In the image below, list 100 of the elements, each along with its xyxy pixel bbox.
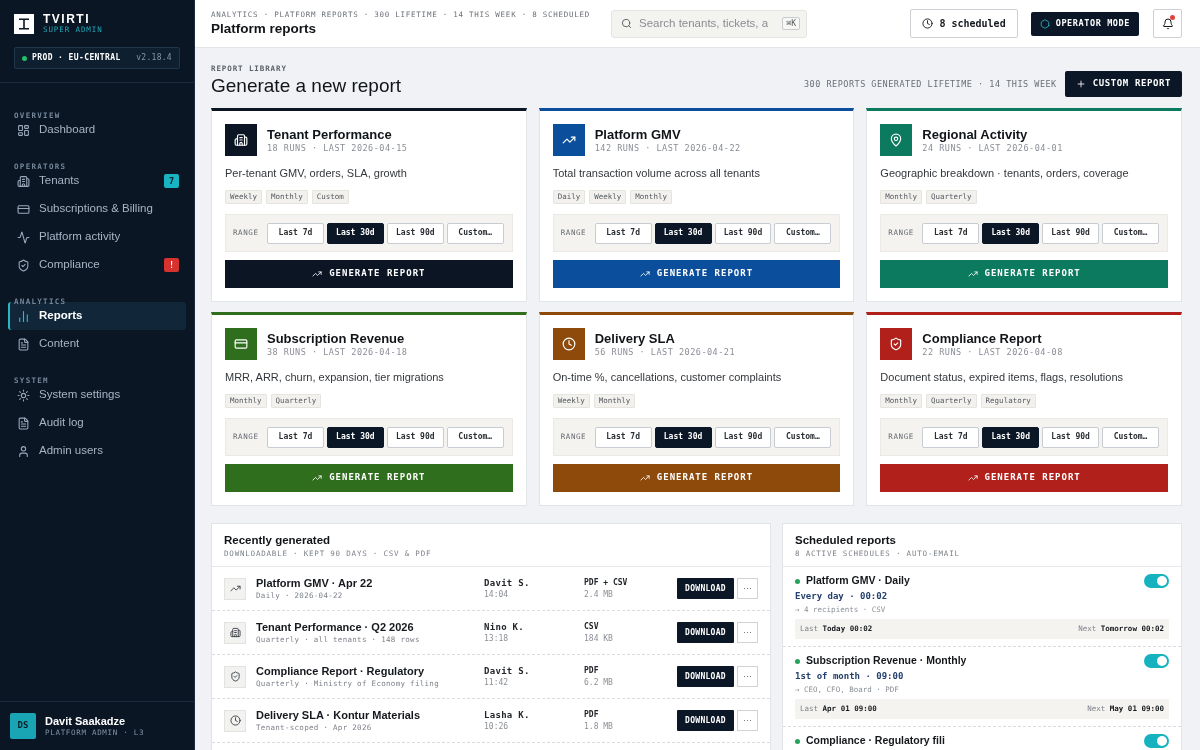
report-description: Geographic breakdown · tenants, orders, coverage (880, 166, 1130, 180)
sidebar-item[interactable]: Platform activity (8, 223, 186, 251)
range-option[interactable]: Custom… (774, 222, 832, 244)
report-meta: 18 RUNS · LAST 2026-04-15 (267, 141, 408, 154)
range-option[interactable]: Last 90d (714, 426, 772, 448)
report-title: Regional Activity (922, 126, 1029, 142)
report-meta: 142 RUNS · LAST 2026-04-22 (594, 141, 741, 154)
generate-report-button[interactable]: GENERATE REPORT (225, 464, 513, 492)
range-option[interactable]: Last 7d (922, 426, 980, 448)
document-icon (17, 337, 30, 351)
range-option[interactable]: Last 30d (654, 222, 712, 244)
report-name: Compliance Report · Regulatory (256, 664, 426, 678)
count-badge: ! (164, 258, 179, 272)
more-button[interactable]: ··· (737, 622, 758, 643)
download-button[interactable]: DOWNLOAD (677, 578, 734, 599)
generated-by: Davit S. (484, 577, 531, 589)
range-option[interactable]: Last 30d (654, 426, 712, 448)
generated-time: 14:04 (484, 589, 510, 600)
file-size: 6.2 MB (584, 677, 614, 688)
logo-icon (14, 14, 34, 34)
search-input[interactable]: Search tenants, tickets, a (639, 14, 776, 33)
toggle-switch[interactable] (1144, 574, 1169, 588)
trend-up-icon (312, 473, 323, 483)
generate-report-button[interactable]: GENERATE REPORT (552, 464, 841, 492)
generated-by: Davit S. (484, 665, 531, 677)
generate-report-button[interactable]: GENERATE REPORT (880, 260, 1168, 288)
report-title: Subscription Revenue (267, 330, 406, 346)
range-option[interactable]: Last 90d (1042, 222, 1100, 244)
sidebar-item[interactable]: Content (8, 330, 186, 358)
range-option[interactable]: Custom… (1102, 222, 1159, 244)
schedule-title: Compliance · Regulatory fili (806, 733, 945, 749)
sidebar-item[interactable]: Audit log (8, 409, 186, 437)
panel-title: Recently generated (224, 533, 332, 548)
clock-icon (922, 18, 934, 29)
credit-card-icon (17, 202, 30, 216)
download-button[interactable]: DOWNLOAD (677, 710, 734, 731)
range-option[interactable]: Last 90d (386, 426, 444, 448)
library-summary: 300 REPORTS GENERATED LIFETIME · 14 THIS WEEK (803, 77, 1057, 91)
sidebar-item[interactable]: Subscriptions & Billing (8, 195, 186, 223)
report-title: Platform GMV (594, 126, 682, 142)
report-description: Per-tenant GMV, orders, SLA, growth (225, 166, 408, 180)
version-label: v2.18.4 (136, 52, 172, 64)
page-title: Platform reports (211, 20, 318, 38)
trend-up-icon (312, 269, 323, 279)
range-option[interactable]: Last 7d (594, 222, 652, 244)
custom-report-button[interactable]: CUSTOM REPORT (1064, 71, 1182, 97)
trend-up-icon (967, 473, 978, 483)
file-format: PDF (584, 665, 600, 677)
range-option[interactable]: Last 30d (982, 222, 1040, 244)
schedule-title: Subscription Revenue · Monthly (806, 653, 967, 669)
trend-up-icon (639, 269, 650, 279)
report-title: Delivery SLA (594, 330, 676, 346)
range-option[interactable]: Last 90d (1042, 426, 1100, 448)
status-dot-icon (795, 738, 800, 744)
range-option[interactable]: Last 30d (326, 222, 384, 244)
hexagon-icon (1039, 18, 1050, 29)
more-button[interactable]: ··· (737, 666, 758, 687)
range-option[interactable]: Last 30d (326, 426, 384, 448)
sidebar-item[interactable]: Admin users (8, 437, 186, 465)
sidebar-item[interactable]: Compliance ! (8, 251, 186, 279)
range-option[interactable]: Custom… (446, 426, 504, 448)
more-button[interactable]: ··· (737, 710, 758, 731)
scheduled-button[interactable]: 8 scheduled (910, 9, 1018, 38)
sun-icon (17, 388, 30, 402)
file-format: PDF + CSV (584, 577, 629, 589)
bell-icon (1161, 17, 1174, 30)
building-icon (17, 174, 30, 188)
report-name: Delivery SLA · Kontur Materials (256, 708, 422, 722)
more-button[interactable]: ··· (737, 578, 758, 599)
generated-time: 11:42 (484, 677, 510, 688)
file-size: 1.8 MB (584, 721, 614, 732)
generate-report-button[interactable]: GENERATE REPORT (880, 464, 1168, 492)
range-option[interactable]: Custom… (1102, 426, 1159, 448)
range-option[interactable]: Last 90d (386, 222, 444, 244)
generate-report-button[interactable]: GENERATE REPORT (552, 260, 841, 288)
shield-check-icon (17, 258, 30, 272)
trend-up-icon (639, 473, 650, 483)
operator-mode-button[interactable]: OPERATOR MODE (1030, 11, 1139, 36)
download-button[interactable]: DOWNLOAD (677, 666, 734, 687)
notifications-button[interactable] (1153, 9, 1182, 38)
range-option[interactable]: Last 90d (714, 222, 772, 244)
download-button[interactable]: DOWNLOAD (677, 622, 734, 643)
generated-time: 13:18 (484, 633, 510, 644)
brand-name: TVIRTI (43, 13, 91, 25)
search-field[interactable]: Search tenants, tickets, a ⌘K (611, 9, 807, 38)
plus-icon (1075, 79, 1086, 89)
range-option[interactable]: Last 7d (267, 426, 324, 448)
range-option[interactable]: Custom… (446, 222, 504, 244)
generate-report-button[interactable]: GENERATE REPORT (225, 260, 513, 288)
report-description: Total transaction volume across all tenants (552, 166, 761, 180)
report-description: Document status, expired items, flags, resolutions (880, 370, 1125, 384)
range-option[interactable]: Last 7d (594, 426, 652, 448)
toggle-switch[interactable] (1144, 654, 1169, 668)
range-option[interactable]: Last 7d (922, 222, 980, 244)
toggle-switch[interactable] (1144, 734, 1169, 748)
range-option[interactable]: Custom… (774, 426, 832, 448)
building-icon (224, 621, 246, 644)
range-option[interactable]: Last 7d (267, 222, 324, 244)
range-option[interactable]: Last 30d (982, 426, 1040, 448)
status-dot-icon (795, 578, 800, 584)
